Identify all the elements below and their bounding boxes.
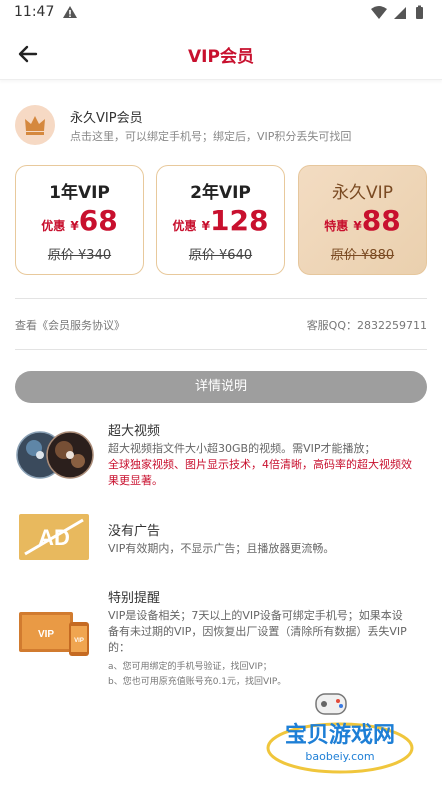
bind-description: 点击这里，可以绑定手机号；绑定后，VIP积分丢失可找回	[70, 130, 352, 143]
plan-price: 特惠 ¥88	[299, 204, 426, 237]
plan-name: 永久VIP	[332, 183, 393, 203]
status-icons	[371, 5, 423, 19]
crown-icon	[25, 116, 45, 135]
status-time: 11:47	[14, 4, 55, 20]
battery-icon	[416, 7, 423, 19]
no-ads-icon: AD	[19, 514, 89, 560]
page-title: VIP会员	[188, 47, 254, 67]
details-button[interactable]: 详情说明	[15, 371, 427, 403]
price-value: 128	[210, 204, 269, 237]
crown-avatar	[15, 105, 55, 145]
original-price: 原价 ¥340	[47, 248, 112, 263]
plan-name: 1年VIP	[49, 183, 110, 203]
price-value: 88	[361, 204, 401, 237]
plan-card-lifetime[interactable]: 永久VIP 特惠 ¥88 原价 ¥880	[298, 165, 427, 275]
video-discs-icon	[16, 431, 94, 479]
feature-title-notice: 特别提醒	[108, 591, 161, 606]
ad-icon-text: AD	[38, 525, 70, 550]
price-tag: 优惠	[172, 219, 197, 233]
customer-service-qq: 客服QQ：2832259711	[306, 319, 427, 332]
wifi-icon	[371, 6, 387, 19]
feature-text-notice-3: 的：	[108, 641, 130, 654]
price-value: 68	[78, 204, 118, 237]
plan-price: 优惠 ¥68	[16, 204, 143, 237]
watermark-title: 宝贝游戏网	[285, 722, 395, 748]
bind-phone-row[interactable]: 永久VIP会员 点击这里，可以绑定手机号；绑定后，VIP积分丢失可找回	[15, 103, 427, 147]
plan-name: 2年VIP	[190, 183, 251, 203]
vip-icon-text-1: VIP	[38, 629, 54, 640]
plan-price: 优惠 ¥128	[157, 204, 284, 237]
price-tag: 优惠	[41, 219, 66, 233]
feature-title-ads: 没有广告	[108, 524, 161, 539]
price-currency: ¥	[353, 219, 362, 233]
warning-icon	[63, 6, 77, 18]
feature-subtext-notice-b: b、您也可用原充值账号充0.1元，找回VIP。	[108, 677, 287, 687]
feature-text-notice-2: 备有未过期的VIP，因恢复出厂设置（清除所有数据）丢失VIP	[108, 625, 407, 638]
feature-text-notice-1: VIP是设备相关；7天以上的VIP设备可绑定手机号；如果本设	[108, 609, 403, 622]
price-tag: 特惠	[324, 219, 349, 233]
status-bar: 11:47	[0, 0, 442, 28]
divider	[15, 298, 427, 299]
feature-title-video: 超大视频	[108, 424, 161, 439]
feature-subtext-notice-a: a、您可用绑定的手机号验证，找回VIP；	[108, 662, 272, 672]
feature-text-video-1: 超大视频指文件大小超30GB的视频。需VIP才能播放；	[108, 442, 376, 455]
vip-icon-text-2: VIP	[74, 638, 84, 644]
gamepad-icon	[315, 693, 347, 715]
plan-card-1year[interactable]: 1年VIP 优惠 ¥68 原价 ¥340	[15, 165, 144, 275]
app-bar: VIP会员	[0, 28, 442, 80]
watermark-logo: 宝贝游戏网 baobeiy.com	[266, 693, 414, 774]
original-price: 原价 ¥640	[188, 248, 253, 263]
watermark-url: baobeiy.com	[305, 750, 374, 763]
price-currency: ¥	[201, 219, 210, 233]
bind-title: 永久VIP会员	[70, 111, 143, 126]
agreement-link[interactable]: 查看《会员服务协议》	[15, 317, 125, 333]
original-price: 原价 ¥880	[330, 248, 395, 263]
feature-text-video-3: 果更显著。	[108, 474, 163, 487]
feature-text-ads: VIP有效期内，不显示广告；且播放器更流畅。	[108, 542, 335, 555]
divider	[15, 349, 427, 350]
feature-text-video-2: 全球独家视频、图片显示技术，4倍清晰，高码率的超大视频效	[108, 458, 412, 471]
plan-card-2year[interactable]: 2年VIP 优惠 ¥128 原价 ¥640	[156, 165, 285, 275]
devices-vip-icon: VIP VIP	[19, 612, 89, 656]
signal-icon	[394, 7, 406, 19]
price-currency: ¥	[70, 219, 79, 233]
